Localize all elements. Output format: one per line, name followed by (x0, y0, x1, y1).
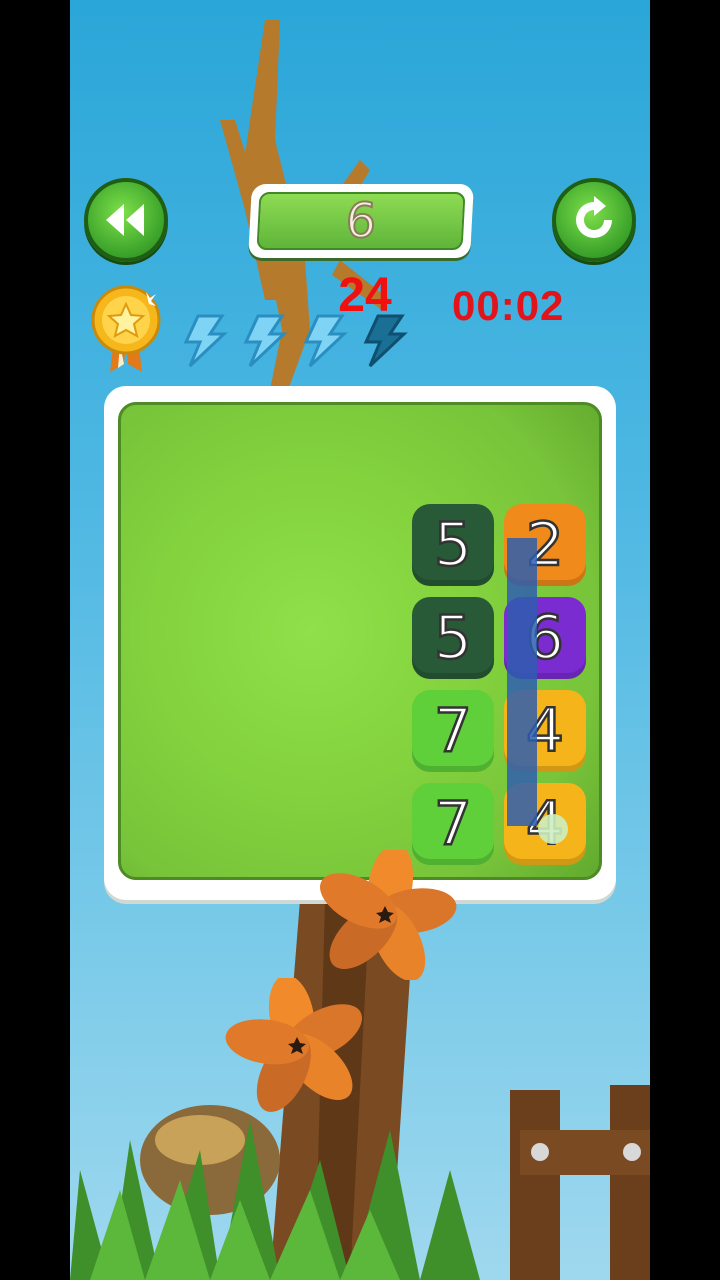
level-display: 6 (248, 184, 474, 258)
touch-indicator (538, 814, 568, 844)
swipe-trail (507, 538, 537, 826)
number-tile[interactable]: 7 (412, 690, 494, 772)
flower-decoration (225, 978, 362, 1112)
game-screen: 6 24 00:02 52567474 (70, 0, 650, 1280)
lightning-icon (183, 314, 228, 368)
restart-button[interactable] (552, 178, 636, 262)
star-medal-icon (91, 285, 161, 372)
back-button[interactable] (84, 178, 168, 262)
restart-icon (576, 196, 612, 238)
double-arrow-left-icon (106, 204, 144, 236)
number-tile[interactable]: 5 (412, 597, 494, 679)
lightning-icon (243, 314, 288, 368)
level-number: 6 (256, 192, 466, 250)
number-tile[interactable]: 5 (412, 504, 494, 586)
timer: 00:02 (452, 282, 565, 329)
flower-decoration (320, 850, 457, 980)
moves-counter: 24 (338, 269, 392, 322)
